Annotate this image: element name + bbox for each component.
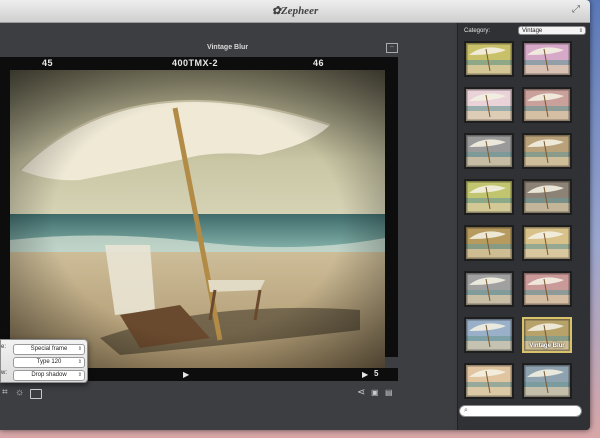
preset-thumbnail-image [466,89,512,121]
frame-type-select[interactable]: Special frame ⇕ [13,344,85,355]
preset-thumbnail[interactable] [464,41,514,77]
beach-photo-image [10,70,385,370]
preset-thumbnail-image [524,273,570,305]
preset-thumbnail-image [524,43,570,75]
preset-thumbnail-image [466,319,512,351]
preset-thumbnail[interactable]: Vintage Blur [522,317,572,353]
film-type-value: Type 120 [36,359,62,365]
popup-label: w: [1,370,7,376]
shadow-select[interactable]: Drop shadow ⇕ [13,370,85,381]
preset-thumbnail[interactable] [522,133,572,169]
app-window: ✿Zepheer ⤢ Vintage Blur ⇔ 45 400TMX-2 46 [0,0,590,430]
preset-thumbnail[interactable] [522,363,572,399]
preset-thumbnail-image [466,181,512,213]
preset-thumbnail-image [466,227,512,259]
preset-sidebar: Category: Vintage ⇕ Vintage Blur [457,23,590,430]
select-arrows-icon: ⇕ [77,359,82,365]
preset-thumbnail[interactable] [464,87,514,123]
film-code: 400TMX-2 [172,58,219,68]
shadow-value: Drop shadow [31,372,67,378]
preset-thumbnail-image [524,181,570,213]
preset-thumbnail-image [524,365,570,397]
film-type-select[interactable]: Type 120 ⇕ [13,357,85,368]
preset-thumbnail-image [466,135,512,167]
play-arrow-icon[interactable]: ▶ [183,370,189,379]
share-icon[interactable]: ⋖ [357,388,365,398]
image-compare-icon[interactable]: ▣ [371,388,379,398]
popup-row-shadow: w: Drop shadow ⇕ [1,369,87,381]
image-gallery-icon[interactable]: ▤ [385,388,393,398]
app-title: ✿Zepheer [271,5,319,17]
preset-thumbnail[interactable] [522,271,572,307]
preset-thumbnail[interactable] [464,133,514,169]
category-label: Category: [464,28,491,34]
frame-number-left: 45 [42,58,54,68]
preset-thumbnail-image [524,135,570,167]
preset-thumbnail-image [466,273,512,305]
adjust-brightness-icon[interactable]: ☼ [15,388,24,398]
preview-photo[interactable] [10,70,385,370]
select-arrows-icon: ⇕ [77,372,82,378]
compare-icon[interactable]: ⇔ [386,43,398,53]
popup-row-film-type: Type 120 ⇕ [1,356,87,368]
preset-thumbnail[interactable] [464,225,514,261]
category-value: Vintage [522,28,543,34]
preset-thumbnail-label: Vintage Blur [529,343,565,349]
popup-row-frame-type: e: Special frame ⇕ [1,343,87,355]
preset-thumbnail[interactable] [464,317,514,353]
title-bar: ✿Zepheer ⤢ [0,0,590,23]
preset-thumbnail[interactable] [522,179,572,215]
preset-thumbnail-image [524,227,570,259]
frame-icon[interactable] [30,389,42,399]
preset-thumbnail[interactable] [464,363,514,399]
preset-search-input[interactable]: ⌕ [459,405,582,417]
preset-thumbnail[interactable] [464,179,514,215]
preset-thumbnail-image [466,365,512,397]
frame-options-popover: e: Special frame ⇕ Type 120 ⇕ w: Drop sh… [0,339,88,383]
frame-type-value: Special frame [30,346,68,352]
fullscreen-icon[interactable]: ⤢ [572,5,582,15]
category-select[interactable]: Vintage ⇕ [518,26,586,35]
preset-thumbnail[interactable] [464,271,514,307]
preset-thumbnail-image [466,43,512,75]
crop-icon[interactable]: ⌗ [2,388,8,398]
select-arrows-icon: ⇕ [77,346,82,352]
search-icon: ⌕ [464,407,468,414]
preset-thumbnail[interactable] [522,41,572,77]
frame-number-right: 46 [313,58,325,68]
preset-thumbnail-image [524,89,570,121]
popup-label: e: [1,344,7,350]
next-frame-arrow-icon[interactable]: ▶ [362,370,368,379]
frame-number-bottom: 5 [374,369,379,378]
select-arrows-icon: ⇕ [578,28,583,34]
preset-thumbnail[interactable] [522,225,572,261]
preset-thumbnail[interactable] [522,87,572,123]
